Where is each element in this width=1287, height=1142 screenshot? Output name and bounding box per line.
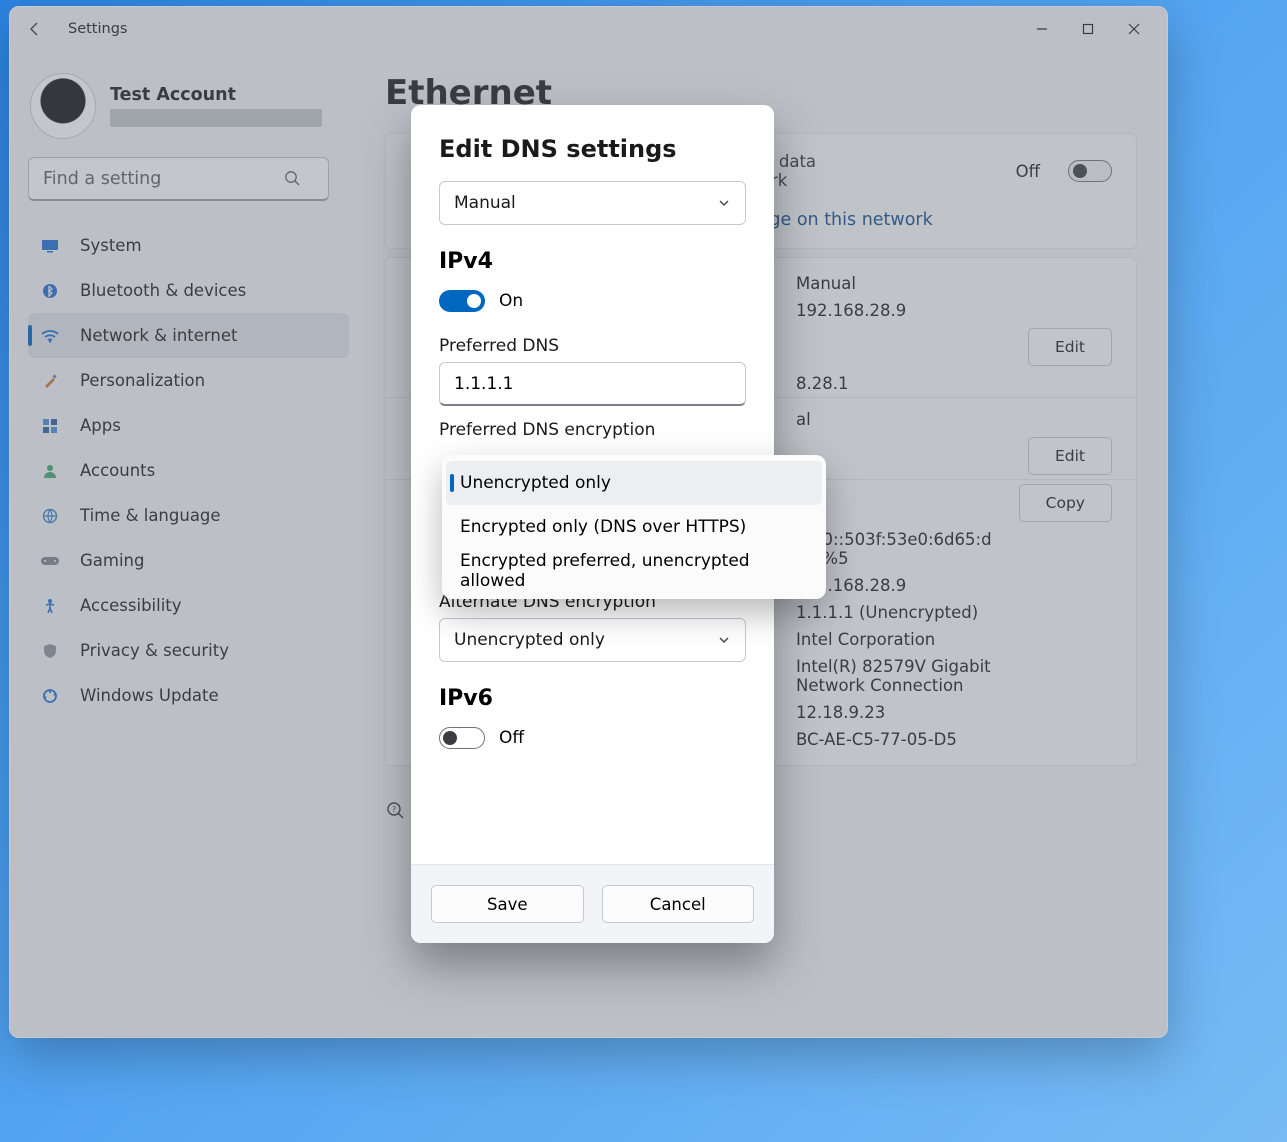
preferred-dns-label: Preferred DNS bbox=[439, 336, 746, 356]
encryption-option[interactable]: Unencrypted only bbox=[446, 461, 822, 505]
dns-mode-select[interactable]: Manual bbox=[439, 181, 746, 225]
ipv4-state: On bbox=[499, 291, 523, 311]
ipv6-heading: IPv6 bbox=[439, 686, 746, 711]
cancel-button[interactable]: Cancel bbox=[602, 885, 755, 923]
chevron-down-icon bbox=[717, 633, 731, 647]
dialog-title: Edit DNS settings bbox=[439, 135, 746, 163]
chevron-down-icon bbox=[717, 196, 731, 210]
ipv6-toggle[interactable] bbox=[439, 727, 485, 749]
save-button[interactable]: Save bbox=[431, 885, 584, 923]
preferred-dns-input[interactable] bbox=[454, 374, 731, 394]
ipv4-heading: IPv4 bbox=[439, 249, 746, 274]
encryption-dropdown: Unencrypted onlyEncrypted only (DNS over… bbox=[442, 455, 826, 599]
settings-window: Settings Test Account SystemBluetooth & … bbox=[9, 6, 1168, 1038]
alt-enc-value: Unencrypted only bbox=[454, 630, 605, 650]
ipv6-state: Off bbox=[499, 728, 524, 748]
dns-mode-value: Manual bbox=[454, 193, 516, 213]
preferred-enc-label: Preferred DNS encryption bbox=[439, 420, 746, 440]
preferred-dns-input-wrapper bbox=[439, 362, 746, 406]
dialog-footer: Save Cancel bbox=[411, 864, 774, 943]
alt-enc-select[interactable]: Unencrypted only bbox=[439, 618, 746, 662]
encryption-option[interactable]: Encrypted only (DNS over HTTPS) bbox=[446, 505, 822, 549]
encryption-option[interactable]: Encrypted preferred, unencrypted allowed bbox=[446, 549, 822, 593]
ipv4-toggle[interactable] bbox=[439, 290, 485, 312]
